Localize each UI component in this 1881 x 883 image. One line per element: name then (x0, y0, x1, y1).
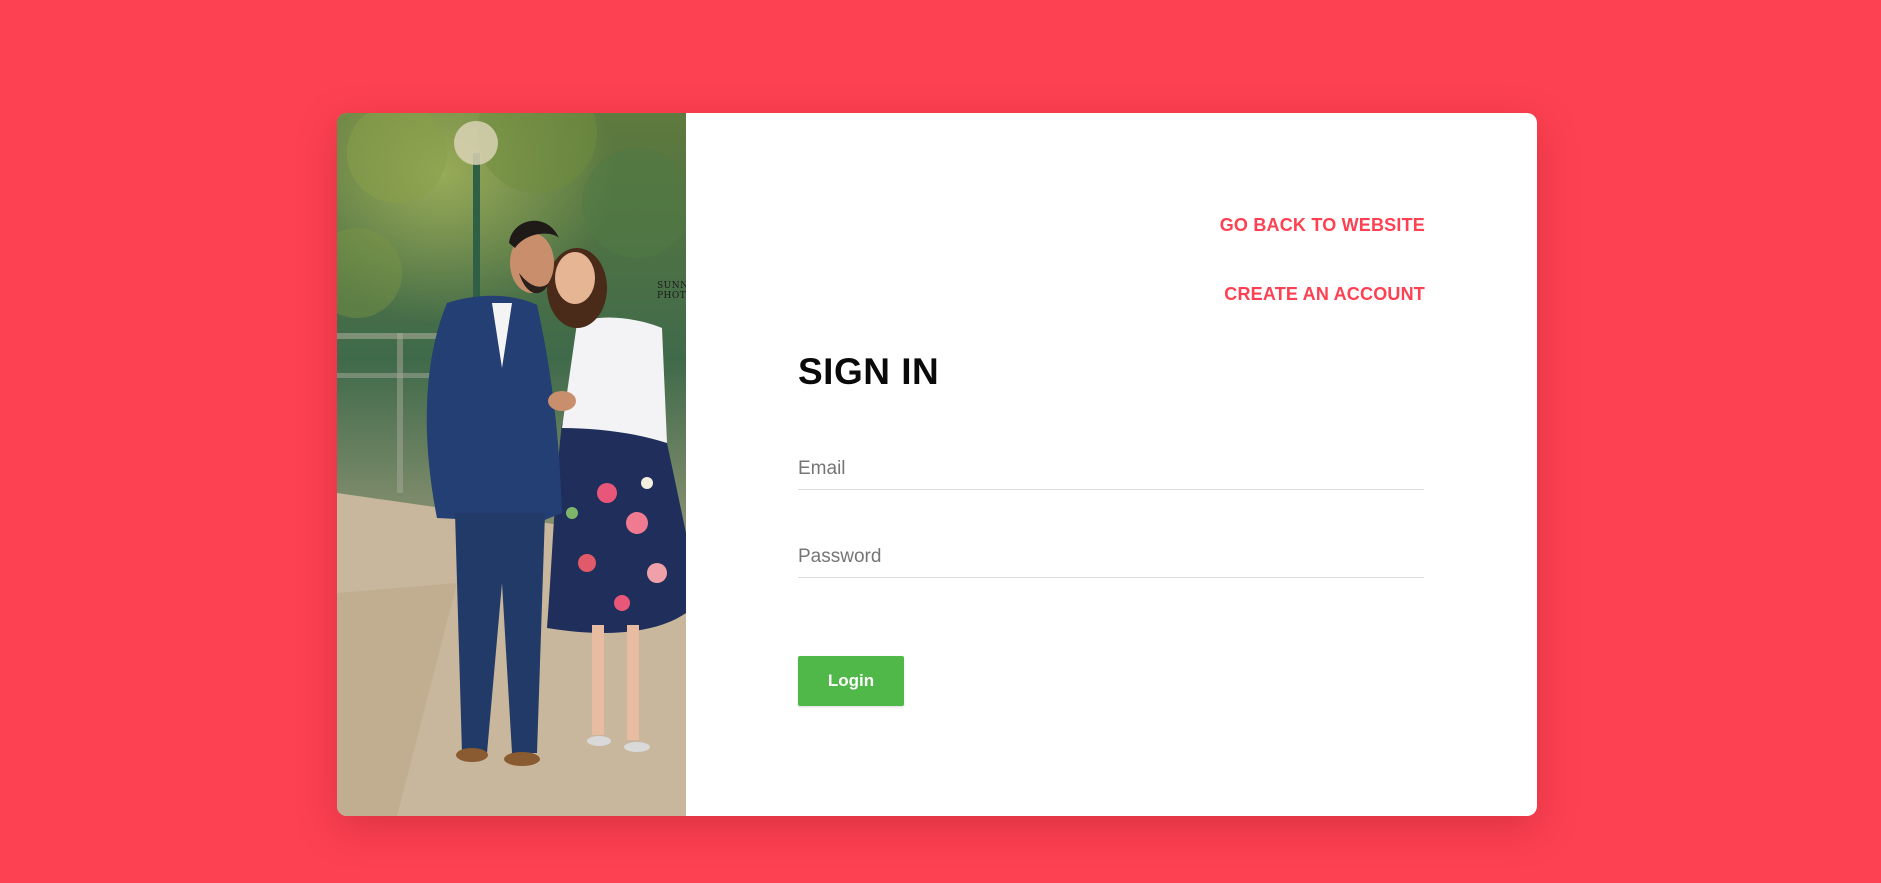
photo-watermark: SUNNY PHOTO (657, 281, 686, 301)
login-card: SUNNY PHOTO GO BACK TO WEBSITE CREATE AN… (337, 113, 1537, 816)
photo-watermark-line2: PHOTO (657, 291, 686, 301)
signin-panel: GO BACK TO WEBSITE CREATE AN ACCOUNT SIG… (686, 113, 1537, 816)
page-title: SIGN IN (798, 351, 940, 392)
email-field[interactable] (798, 449, 1424, 490)
login-button[interactable]: Login (798, 656, 904, 706)
create-account-link[interactable]: CREATE AN ACCOUNT (1224, 284, 1425, 305)
go-back-to-website-link[interactable]: GO BACK TO WEBSITE (1220, 215, 1425, 236)
couple-photo-illustration (337, 113, 686, 816)
photo-watermark-line1: SUNNY (657, 281, 686, 291)
couple-photo: SUNNY PHOTO (337, 113, 686, 816)
password-field[interactable] (798, 537, 1424, 578)
